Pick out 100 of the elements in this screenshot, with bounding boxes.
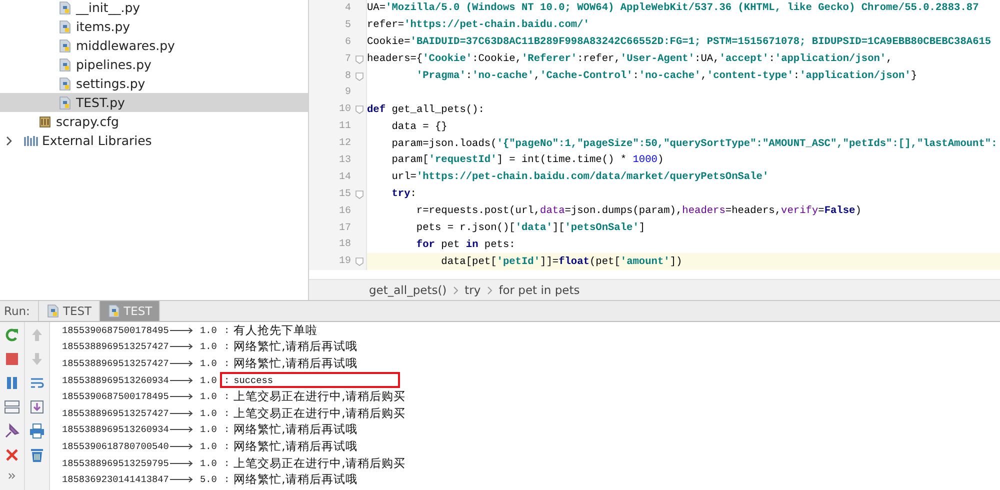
line-number: 19 [338, 256, 351, 268]
tree-item[interactable]: items.py [0, 17, 308, 36]
tree-item[interactable]: middlewares.py [0, 36, 308, 55]
arrow-icon [170, 442, 194, 450]
amount: 1.0 [200, 358, 218, 369]
pet-id: 1855388969513257427 [62, 358, 166, 369]
pin-icon[interactable] [4, 423, 20, 439]
fold-marker-icon[interactable] [355, 257, 364, 266]
code-line: param['requestId'] = int(time.time() * 1000) [390, 153, 665, 168]
tree-item[interactable]: __init__.py [0, 0, 308, 17]
python-file-icon [58, 20, 72, 34]
code-line: 'Pragma':'no-cache','Cache-Control':'no-cache','content-type':'application/json'} [415, 69, 918, 84]
line-number: 12 [338, 138, 351, 150]
python-file-icon [46, 304, 60, 318]
separator: : [224, 324, 230, 336]
arrow-icon [170, 360, 194, 367]
python-file-icon [58, 96, 72, 110]
tree-item[interactable]: scrapy.cfg [0, 112, 308, 131]
console-message: 上笔交易正在进行中,请稍后购买 [234, 406, 406, 421]
line-number: 16 [338, 206, 351, 217]
fold-marker-icon[interactable] [355, 190, 364, 199]
code-line: headers={'Cookie':Cookie,'Referer':refer,'User-Agent':UA,'accept':'application/json', [367, 52, 894, 68]
amount: 5.0 [200, 474, 218, 486]
chevron-icon [452, 286, 459, 294]
pet-id: 1855388969513260934 [62, 374, 166, 386]
code-line: pets = r.json()['data']['petsOnSale'] [415, 221, 646, 236]
arrow-icon [170, 343, 194, 350]
code-line: refer='https://pet-chain.baidu.com/' [367, 18, 590, 34]
amount: 1.0 [200, 458, 218, 469]
line-number: 6 [344, 36, 351, 48]
code-line: param=json.loads('{"pageNo":1,"pageSize":50,"querySortType":"AMOUNT_ASC","petIds":[],"lastAmount": [390, 136, 998, 152]
line-number: 5 [344, 20, 351, 31]
arrow-icon [170, 326, 194, 334]
library-icon [24, 134, 38, 146]
console-message: 有人抢先下单啦 [234, 322, 318, 338]
code-line: r=requests.post(url,data=json.dumps(param),headers=headers,verify=False) [415, 204, 862, 220]
amount: 1.0 [200, 408, 218, 419]
breadcrumb[interactable]: try [464, 283, 481, 297]
code-line: UA='Mozilla/5.0 (Windows NT 10.0; WOW64) AppleWebKit/537.36 (KHTML, like Gecko) Chrome/55.0.2883.87 [367, 1, 980, 16]
separator: : [224, 458, 230, 469]
line-number: 11 [338, 121, 351, 132]
arrow-icon [170, 476, 194, 484]
print-icon[interactable] [29, 423, 45, 439]
line-number: 14 [338, 172, 351, 183]
line-number: 10 [338, 104, 351, 116]
scroll-to-end-icon[interactable] [29, 399, 45, 415]
code-line: for pet in pets: [415, 238, 516, 253]
tree-item[interactable]: settings.py [0, 74, 308, 93]
breadcrumb[interactable]: for pet in pets [498, 283, 580, 297]
separator: : [224, 341, 230, 352]
chevron-icon[interactable] [4, 136, 14, 146]
pet-id: 1858369230141413847 [62, 474, 166, 486]
run-label: Run: [0, 301, 39, 321]
separator: : [224, 374, 230, 386]
line-number: 13 [338, 154, 351, 166]
chevron-icon [486, 286, 493, 294]
breadcrumb[interactable]: get_all_pets() [369, 283, 447, 297]
line-number: 15 [338, 188, 351, 200]
line-number: 18 [338, 239, 351, 250]
amount: 1.0 [200, 324, 218, 336]
pet-id: 1855390687500178495 [62, 324, 166, 336]
close-icon[interactable] [4, 447, 20, 463]
python-file-icon [106, 304, 121, 318]
separator: : [224, 408, 230, 419]
stop-icon[interactable] [4, 351, 20, 367]
pause-icon[interactable] [4, 375, 20, 391]
console-message: 上笔交易正在进行中,请稍后购买 [234, 389, 406, 404]
fold-marker-icon[interactable] [355, 72, 364, 80]
separator: : [224, 474, 230, 486]
more-icon[interactable] [7, 471, 17, 481]
pet-id: 1855388969513257427 [62, 408, 166, 419]
console-message: success [234, 374, 274, 386]
fold-marker-icon[interactable] [355, 54, 364, 64]
line-number: 8 [344, 70, 351, 82]
amount: 1.0 [200, 374, 218, 386]
layout-icon[interactable] [4, 399, 20, 415]
amount: 1.0 [200, 391, 218, 402]
console-message: 网络繁忙,请稍后再试哦 [234, 422, 358, 438]
console-message: 网络繁忙,请稍后再试哦 [234, 438, 358, 454]
amount: 1.0 [200, 440, 218, 452]
trash-icon[interactable] [29, 447, 45, 463]
pet-id: 1855388969513260934 [62, 424, 166, 436]
run-tab[interactable]: TEST [38, 301, 100, 321]
python-file-icon [58, 0, 72, 14]
tree-item[interactable]: pipelines.py [0, 55, 308, 74]
fold-marker-icon[interactable] [355, 105, 364, 114]
pet-id: 1855388969513257427 [62, 341, 166, 352]
amount: 1.0 [200, 341, 218, 352]
rerun-icon[interactable] [4, 327, 20, 343]
pet-id: 1855390618780700540 [62, 440, 166, 452]
arrow-icon [170, 410, 194, 417]
tree-item[interactable]: External Libraries [0, 131, 308, 150]
arrow-icon [170, 376, 194, 384]
wrap-icon[interactable] [29, 375, 45, 391]
tree-item[interactable]: TEST.py [0, 93, 308, 112]
line-number: 9 [344, 87, 351, 98]
pet-id: 1855388969513259795 [62, 458, 166, 469]
separator: : [224, 424, 230, 436]
python-file-icon [58, 58, 72, 72]
console-message: 网络繁忙,请稍后再试哦 [234, 356, 358, 371]
